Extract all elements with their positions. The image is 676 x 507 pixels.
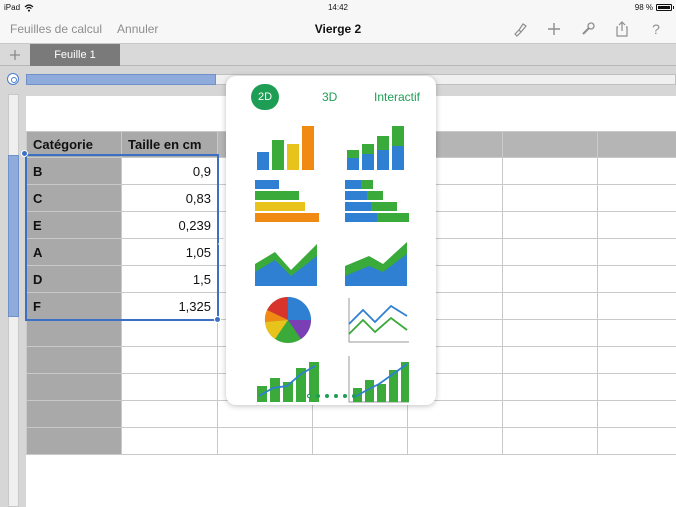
stacked-bar-chart-icon[interactable] bbox=[343, 178, 413, 230]
table-cell[interactable] bbox=[597, 427, 676, 455]
table-cell[interactable] bbox=[597, 238, 676, 266]
table-cell[interactable] bbox=[597, 292, 676, 320]
value-cell[interactable]: 0,9 bbox=[121, 157, 218, 185]
stacked-column-chart-icon[interactable] bbox=[343, 120, 413, 172]
table-cell[interactable] bbox=[502, 373, 598, 401]
row-header-selection[interactable] bbox=[8, 155, 19, 317]
segment-interactive[interactable]: Interactif bbox=[374, 90, 420, 104]
table-row bbox=[26, 427, 676, 455]
table-cell[interactable] bbox=[121, 346, 218, 374]
toolbar-right: ? bbox=[510, 19, 666, 39]
table-cell[interactable] bbox=[597, 131, 676, 158]
page-dot bbox=[333, 394, 338, 398]
battery-percent: 98 % bbox=[634, 3, 653, 12]
table-cell[interactable] bbox=[502, 157, 598, 185]
table-cell[interactable] bbox=[597, 184, 676, 212]
selection-handle-top[interactable] bbox=[21, 150, 28, 157]
table-cell[interactable] bbox=[26, 319, 122, 347]
page-dot bbox=[324, 394, 329, 398]
table-cell[interactable] bbox=[502, 131, 598, 158]
category-cell[interactable]: D bbox=[26, 265, 122, 293]
segment-2d[interactable]: 2D bbox=[251, 84, 279, 110]
column-header-selection[interactable] bbox=[26, 74, 216, 85]
plus-icon bbox=[10, 50, 20, 60]
table-cell[interactable] bbox=[597, 400, 676, 428]
table-cell[interactable] bbox=[597, 319, 676, 347]
page-dot bbox=[351, 394, 356, 398]
table-cell[interactable] bbox=[597, 346, 676, 374]
table-cell[interactable] bbox=[597, 211, 676, 239]
table-cell[interactable] bbox=[597, 157, 676, 185]
value-cell[interactable]: 1,325 bbox=[121, 292, 218, 320]
category-cell[interactable]: C bbox=[26, 184, 122, 212]
tools-wrench-icon[interactable] bbox=[578, 19, 598, 39]
area-chart-icon[interactable] bbox=[253, 236, 323, 288]
table-cell[interactable] bbox=[26, 400, 122, 428]
table-cell[interactable] bbox=[26, 373, 122, 401]
table-cell[interactable] bbox=[121, 373, 218, 401]
category-cell[interactable]: E bbox=[26, 211, 122, 239]
status-right: 98 % bbox=[634, 3, 674, 12]
table-cell[interactable] bbox=[26, 346, 122, 374]
table-cell[interactable] bbox=[502, 319, 598, 347]
add-sheet-button[interactable] bbox=[0, 44, 30, 66]
table-cell[interactable] bbox=[312, 427, 408, 455]
table-cell[interactable] bbox=[121, 319, 218, 347]
segment-3d[interactable]: 3D bbox=[322, 90, 337, 104]
table-cell[interactable] bbox=[26, 427, 122, 455]
table-cell[interactable] bbox=[502, 238, 598, 266]
table-cell[interactable] bbox=[502, 400, 598, 428]
pie-chart-icon[interactable] bbox=[253, 294, 323, 346]
table-select-handle[interactable] bbox=[7, 73, 19, 85]
share-icon[interactable] bbox=[612, 19, 632, 39]
table-cell[interactable] bbox=[121, 400, 218, 428]
table-cell[interactable] bbox=[502, 265, 598, 293]
line-chart-icon[interactable] bbox=[343, 294, 413, 346]
table-cell[interactable] bbox=[502, 346, 598, 374]
category-cell[interactable]: A bbox=[26, 238, 122, 266]
table-cell[interactable] bbox=[597, 373, 676, 401]
table-cell[interactable] bbox=[502, 427, 598, 455]
chart-picker-popover: 2D 3D Interactif bbox=[226, 76, 436, 405]
value-cell[interactable]: 1,05 bbox=[121, 238, 218, 266]
stacked-area-chart-icon[interactable] bbox=[343, 236, 413, 288]
table-cell[interactable] bbox=[217, 427, 313, 455]
header-cell-size[interactable]: Taille en cm bbox=[121, 131, 218, 158]
page-dot bbox=[306, 394, 311, 398]
value-cell[interactable]: 0,239 bbox=[121, 211, 218, 239]
svg-text:?: ? bbox=[652, 21, 660, 37]
table-cell[interactable] bbox=[502, 211, 598, 239]
value-cell[interactable]: 1,5 bbox=[121, 265, 218, 293]
chart-style-segmented-control: 2D 3D Interactif bbox=[226, 84, 436, 110]
format-brush-icon[interactable] bbox=[510, 19, 530, 39]
table-cell[interactable] bbox=[121, 427, 218, 455]
table-cell[interactable] bbox=[407, 427, 503, 455]
value-cell[interactable]: 0,83 bbox=[121, 184, 218, 212]
header-cell-category[interactable]: Catégorie bbox=[26, 131, 122, 158]
tab-sheet-1[interactable]: Feuille 1 bbox=[30, 44, 120, 66]
selection-handle-bottom[interactable] bbox=[214, 316, 221, 323]
category-cell[interactable]: B bbox=[26, 157, 122, 185]
battery-icon bbox=[656, 4, 674, 11]
toolbar: Feuilles de calcul Annuler Vierge 2 ? bbox=[0, 14, 676, 44]
table-cell[interactable] bbox=[502, 292, 598, 320]
help-icon[interactable]: ? bbox=[646, 19, 666, 39]
category-cell[interactable]: F bbox=[26, 292, 122, 320]
clock: 14:42 bbox=[327, 3, 349, 12]
column-chart-icon[interactable] bbox=[253, 120, 323, 172]
bar-chart-icon[interactable] bbox=[253, 178, 323, 230]
page-indicator[interactable] bbox=[226, 394, 436, 398]
sheet-tab-bar: Feuille 1 bbox=[0, 44, 676, 66]
page-dot bbox=[315, 394, 320, 398]
table-cell[interactable] bbox=[502, 184, 598, 212]
status-bar: iPad 14:42 98 % bbox=[0, 0, 676, 14]
page-dot bbox=[342, 394, 347, 398]
table-cell[interactable] bbox=[597, 265, 676, 293]
insert-plus-icon[interactable] bbox=[544, 19, 564, 39]
